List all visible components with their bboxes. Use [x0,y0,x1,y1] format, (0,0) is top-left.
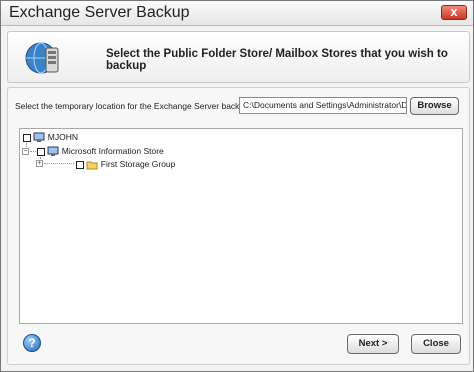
root-label: MJOHN [47,132,78,142]
store-tree[interactable]: MJOHN − Microsoft Information Store + Fi… [19,128,463,324]
window-close-button[interactable]: x [441,4,467,20]
tree-connector [44,163,74,164]
close-icon: x [450,4,458,19]
location-label: Select the temporary location for the Ex… [15,101,252,111]
folder-icon [86,161,98,170]
tree-node-first-storage-group[interactable]: First Storage Group [76,159,175,170]
window-title: Exchange Server Backup [9,4,190,21]
browse-button[interactable]: Browse [410,97,459,115]
tree-node-information-store[interactable]: Microsoft Information Store [37,146,164,157]
tree-connector [30,151,36,152]
information-store-label: Microsoft Information Store [61,146,164,156]
collapse-icon[interactable]: − [22,148,29,155]
header-banner: Select the Public Folder Store/ Mailbox … [7,31,470,83]
location-input[interactable]: C:\Documents and Settings\Administrator\… [239,97,407,114]
help-icon[interactable]: ? [23,334,41,352]
exchange-server-icon [25,42,59,74]
storage-group-label: First Storage Group [100,159,176,169]
tree-node-root[interactable]: MJOHN [23,132,78,143]
exchange-backup-window: Exchange Server Backup x Select the Publ… [0,0,474,372]
next-button[interactable]: Next > [347,334,399,354]
root-checkbox[interactable] [23,133,31,142]
header-headline: Select the Public Folder Store/ Mailbox … [106,48,448,72]
store-icon [47,146,59,157]
storage-group-checkbox[interactable] [76,160,84,169]
expand-icon[interactable]: + [36,160,43,167]
title-bar: Exchange Server Backup x [1,1,473,26]
close-button[interactable]: Close [411,334,461,354]
computer-icon [33,132,45,143]
information-store-checkbox[interactable] [37,147,45,156]
